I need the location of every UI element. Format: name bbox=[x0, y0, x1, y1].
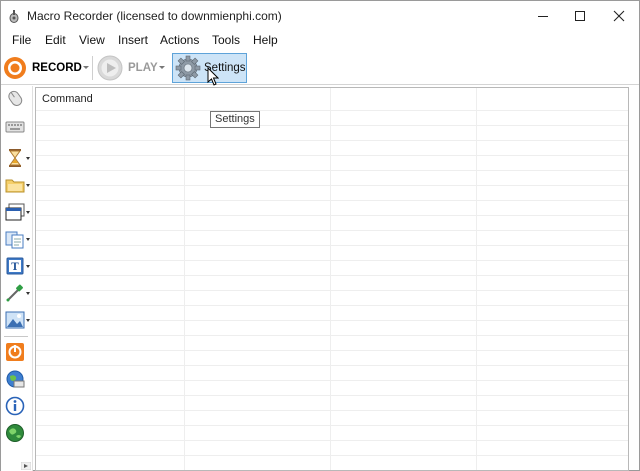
record-label: RECORD bbox=[32, 62, 82, 74]
menu-help[interactable]: Help bbox=[253, 33, 278, 47]
menu-insert[interactable]: Insert bbox=[118, 33, 148, 47]
grid-row-line bbox=[36, 110, 628, 111]
minimize-button[interactable] bbox=[525, 1, 561, 31]
text-icon: T bbox=[6, 257, 24, 275]
grid-row-line bbox=[36, 425, 628, 426]
hourglass-icon bbox=[9, 149, 21, 167]
web-icon bbox=[6, 370, 25, 388]
grid-row-line bbox=[36, 335, 628, 336]
grid-row-line bbox=[36, 320, 628, 321]
dropdown-caret-icon[interactable] bbox=[26, 184, 30, 187]
grid-row-line bbox=[36, 230, 628, 231]
insert-text-action[interactable]: T bbox=[3, 254, 33, 278]
insert-color-action[interactable] bbox=[3, 281, 33, 305]
gear-icon bbox=[175, 55, 201, 81]
grid-row-line bbox=[36, 200, 628, 201]
insert-image-action[interactable] bbox=[3, 308, 33, 332]
grid-row-line bbox=[36, 125, 628, 126]
minimize-icon bbox=[538, 16, 548, 17]
grid-row-line bbox=[36, 170, 628, 171]
menu-tools[interactable]: Tools bbox=[212, 33, 240, 47]
insert-delay-action[interactable] bbox=[3, 146, 33, 170]
dropdown-caret-icon[interactable] bbox=[26, 319, 30, 322]
menu-view[interactable]: View bbox=[79, 33, 105, 47]
grid-row-line bbox=[36, 215, 628, 216]
dropdown-caret-icon[interactable] bbox=[26, 157, 30, 160]
insert-stop-action[interactable] bbox=[3, 340, 33, 364]
image-icon bbox=[5, 311, 25, 329]
mouse-icon bbox=[8, 90, 23, 106]
app-window: Macro Recorder (licensed to downmienphi.… bbox=[0, 0, 640, 471]
close-icon bbox=[613, 10, 625, 22]
toolbar-separator bbox=[92, 56, 93, 80]
insert-internet-action[interactable] bbox=[3, 421, 33, 445]
globe-icon bbox=[6, 424, 24, 442]
settings-tooltip: Settings bbox=[210, 111, 260, 128]
action-sidebar: T bbox=[1, 86, 33, 471]
info-icon bbox=[5, 396, 25, 416]
command-grid[interactable]: Command bbox=[35, 87, 629, 471]
menu-bar: File Edit View Insert Actions Tools Help bbox=[1, 31, 639, 51]
insert-mouse-action[interactable] bbox=[3, 86, 33, 110]
insert-keyboard-action[interactable] bbox=[3, 114, 33, 138]
menu-edit[interactable]: Edit bbox=[45, 33, 66, 47]
dropdown-caret-icon[interactable] bbox=[26, 238, 30, 241]
grid-row-line bbox=[36, 365, 628, 366]
toolbar: RECORD PLAY Settings bbox=[1, 51, 639, 85]
play-icon bbox=[97, 55, 123, 81]
play-dropdown-icon[interactable] bbox=[159, 66, 165, 69]
svg-text:T: T bbox=[11, 262, 19, 273]
record-button[interactable]: RECORD bbox=[3, 53, 89, 83]
play-button[interactable]: PLAY bbox=[97, 53, 167, 83]
grid-row-line bbox=[36, 260, 628, 261]
grid-row-line bbox=[36, 380, 628, 381]
maximize-icon bbox=[575, 11, 585, 21]
maximize-button[interactable] bbox=[562, 1, 598, 31]
clipboard-icon bbox=[5, 231, 24, 249]
column-header-command[interactable]: Command bbox=[42, 93, 93, 105]
grid-row-line bbox=[36, 455, 628, 456]
sidebar-scroll-arrow-icon[interactable] bbox=[21, 462, 31, 470]
insert-message-action[interactable] bbox=[3, 394, 33, 418]
grid-row-line bbox=[36, 410, 628, 411]
keyboard-icon bbox=[5, 121, 25, 133]
record-icon bbox=[4, 57, 26, 79]
grid-row-line bbox=[36, 440, 628, 441]
menu-actions[interactable]: Actions bbox=[160, 33, 199, 47]
app-icon bbox=[9, 10, 19, 23]
play-label: PLAY bbox=[128, 62, 158, 74]
folder-icon bbox=[5, 179, 25, 193]
stop-icon bbox=[6, 343, 24, 361]
grid-row-line bbox=[36, 245, 628, 246]
mouse-cursor-icon bbox=[207, 67, 219, 86]
grid-column-line bbox=[184, 88, 185, 470]
grid-row-line bbox=[36, 395, 628, 396]
insert-clipboard-action[interactable] bbox=[3, 227, 33, 251]
grid-row-line bbox=[36, 275, 628, 276]
grid-row-line bbox=[36, 185, 628, 186]
title-bar: Macro Recorder (licensed to downmienphi.… bbox=[1, 1, 639, 31]
insert-web-action[interactable] bbox=[3, 367, 33, 391]
grid-column-line bbox=[330, 88, 331, 470]
grid-column-line bbox=[476, 88, 477, 470]
record-dropdown-icon[interactable] bbox=[83, 66, 89, 69]
insert-file-action[interactable] bbox=[3, 173, 33, 197]
menu-file[interactable]: File bbox=[12, 33, 31, 47]
insert-window-action[interactable] bbox=[3, 200, 33, 224]
grid-row-line bbox=[36, 350, 628, 351]
grid-row-line bbox=[36, 305, 628, 306]
grid-row-line bbox=[36, 155, 628, 156]
window-title: Macro Recorder (licensed to downmienphi.… bbox=[27, 9, 282, 23]
eyedropper-icon bbox=[6, 284, 23, 302]
window-icon bbox=[5, 203, 25, 221]
grid-row-line bbox=[36, 290, 628, 291]
dropdown-caret-icon[interactable] bbox=[26, 211, 30, 214]
dropdown-caret-icon[interactable] bbox=[26, 292, 30, 295]
dropdown-caret-icon[interactable] bbox=[26, 265, 30, 268]
grid-row-line bbox=[36, 140, 628, 141]
sidebar-separator bbox=[4, 336, 28, 337]
close-button[interactable] bbox=[601, 1, 637, 31]
